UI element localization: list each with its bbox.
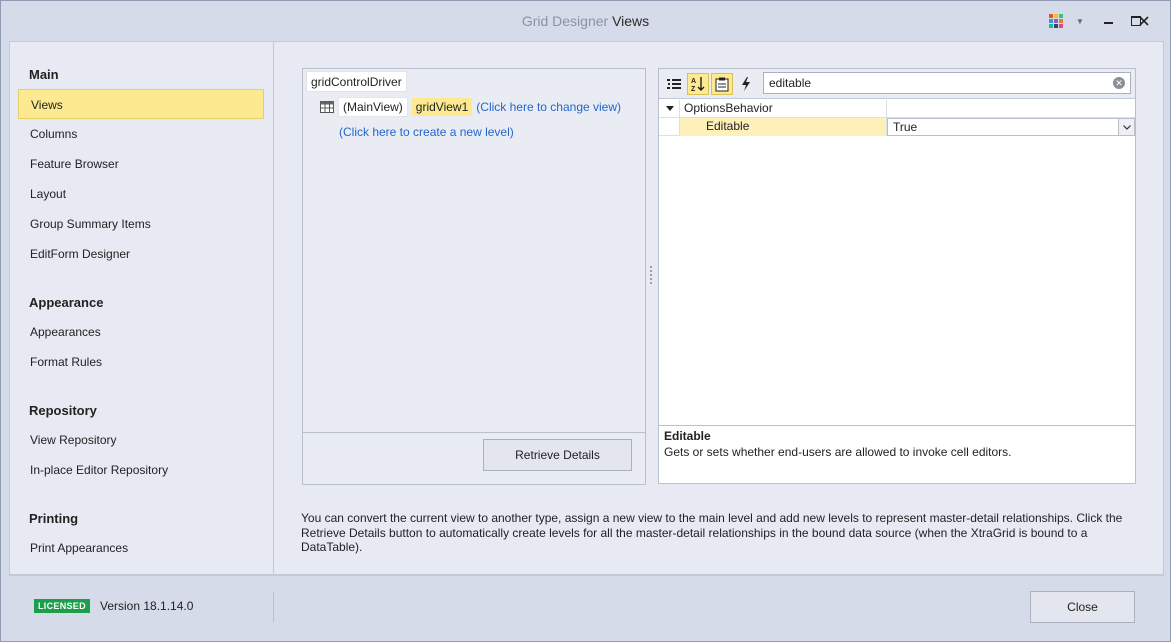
sidebar-item-group-summary-items[interactable]: Group Summary Items [18,209,264,239]
property-grid-toolbar: A Z editable ✕ [659,69,1135,99]
licensed-badge: LICENSED [34,599,90,613]
category-name: OptionsBehavior [679,100,887,118]
sidebar-item-columns[interactable]: Columns [18,119,264,149]
sidebar-group-printing: Printing [29,511,79,526]
property-value-editor[interactable]: True [887,118,1135,136]
sidebar-item-appearances[interactable]: Appearances [18,317,264,347]
tree-main-view-row: (MainView) gridView1 (Click here to chan… [320,97,621,117]
grid-view-icon [320,101,334,113]
change-view-link[interactable]: (Click here to change view) [476,100,621,114]
property-row-editable[interactable]: Editable True [659,118,1135,136]
property-name: Editable [679,118,887,136]
description-title: Editable [664,429,711,443]
close-button[interactable]: Close [1030,591,1135,623]
category-value [887,100,1135,118]
description-text: Gets or sets whether end-users are allow… [664,445,1012,459]
sidebar-item-print-appearances[interactable]: Print Appearances [18,533,264,563]
property-search-value: editable [769,76,812,90]
palette-icon[interactable] [1044,9,1068,33]
close-icon[interactable] [1132,9,1156,33]
sidebar-item-format-rules[interactable]: Format Rules [18,347,264,377]
window-title-main: Views [612,13,650,29]
clear-search-icon[interactable]: ✕ [1113,77,1125,89]
sidebar-group-appearance: Appearance [29,295,104,310]
create-level-link[interactable]: (Click here to create a new level) [339,125,514,139]
categorized-icon[interactable] [663,73,685,95]
palette-dropdown-icon[interactable]: ▼ [1068,9,1092,33]
properties-icon[interactable] [711,73,733,95]
collapse-arrow-icon[interactable] [666,106,674,111]
property-value: True [893,120,918,134]
main-view-label: (MainView) [338,97,408,117]
property-grid: A Z editable ✕ OptionsBehavior Editable … [658,68,1136,484]
alphabetical-sort-icon[interactable]: A Z [687,73,709,95]
property-grid-rows: OptionsBehavior Editable True [659,100,1135,136]
sidebar-item-feature-browser[interactable]: Feature Browser [18,149,264,179]
sidebar-item-in-place-editor-repository[interactable]: In-place Editor Repository [18,455,264,485]
version-label: Version 18.1.14.0 [100,599,194,613]
footer: LICENSED Version 18.1.14.0 Close [9,575,1164,635]
sidebar-group-repository: Repository [29,403,97,418]
splitter-handle[interactable] [650,266,653,286]
property-search-input[interactable]: editable ✕ [763,72,1131,94]
minimize-icon[interactable] [1096,9,1120,33]
retrieve-details-button[interactable]: Retrieve Details [483,439,632,471]
property-description: Editable Gets or sets whether end-users … [659,425,1135,483]
window-title: Grid Designer Views [1,13,1170,29]
svg-text:A: A [691,78,696,85]
tree-footer-divider [303,432,645,433]
chevron-down-icon[interactable] [1118,119,1134,135]
tree-root-node[interactable]: gridControlDriver [306,71,407,92]
help-text: You can convert the current view to anot… [301,511,1123,554]
svg-text:Z: Z [691,86,696,92]
footer-divider [273,592,274,622]
category-row[interactable]: OptionsBehavior [659,100,1135,118]
sidebar-item-editform-designer[interactable]: EditForm Designer [18,239,264,269]
title-bar: Grid Designer Views ▼ [1,1,1170,41]
sidebar-item-views[interactable]: Views [18,89,264,119]
sidebar-item-layout[interactable]: Layout [18,179,264,209]
sidebar-group-main: Main [29,67,59,82]
grid-designer-window: Grid Designer Views ▼ Main Views Columns… [0,0,1171,642]
window-title-prefix: Grid Designer [521,13,609,29]
view-name[interactable]: gridView1 [411,98,473,116]
sidebar-item-view-repository[interactable]: View Repository [18,425,264,455]
lightning-icon[interactable] [735,73,757,95]
